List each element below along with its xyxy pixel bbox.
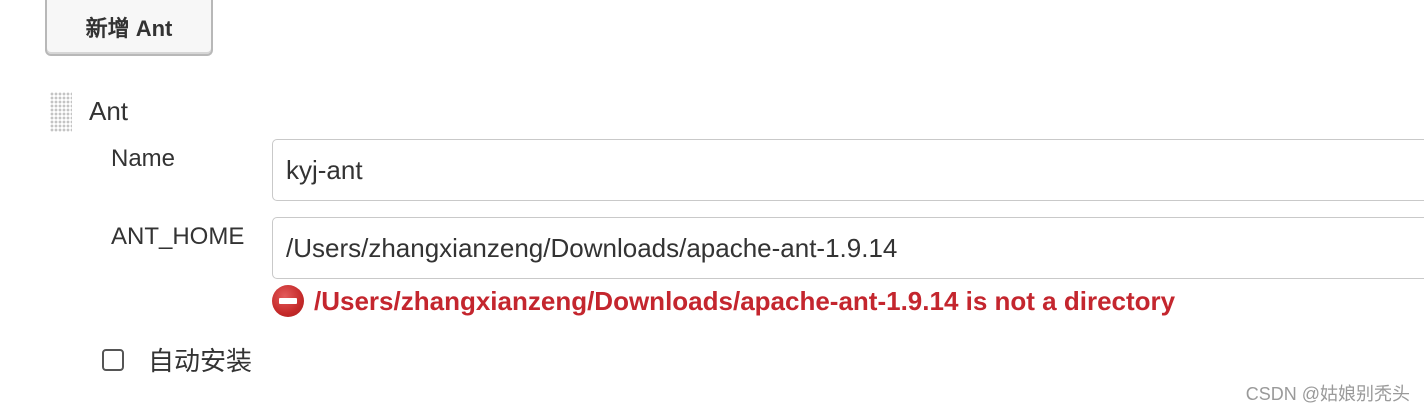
section-title: Ant [89,96,129,126]
name-label: Name [111,145,176,172]
add-ant-button[interactable]: 新增 Ant [45,0,213,56]
drag-handle-icon[interactable] [50,92,72,132]
error-icon [272,285,304,317]
auto-install-checkbox[interactable] [102,348,124,371]
auto-install-row[interactable]: 自动安装 [102,341,252,378]
ant-installation-form: 新增 Ant Ant Name ANT_HOME /Users/zhangxia… [0,0,1424,412]
watermark: CSDN @姑娘别秃头 [1245,384,1410,404]
ant-home-input[interactable] [272,217,1424,279]
name-input[interactable] [272,139,1424,201]
ant-home-label: ANT_HOME [111,223,245,250]
ant-home-error: /Users/zhangxianzeng/Downloads/apache-an… [272,285,1175,317]
auto-install-label: 自动安装 [148,346,253,376]
error-message: /Users/zhangxianzeng/Downloads/apache-an… [314,285,1176,316]
